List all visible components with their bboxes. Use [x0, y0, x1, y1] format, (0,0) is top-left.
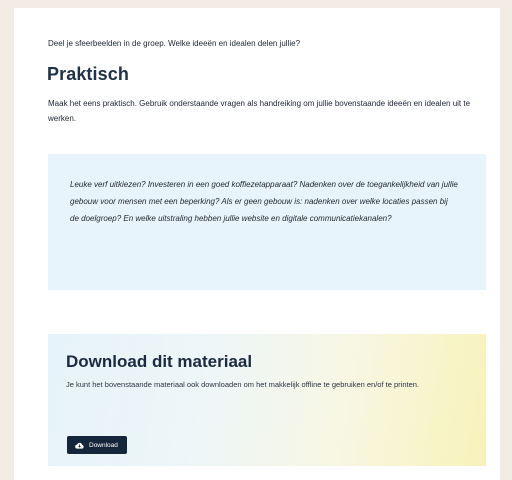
section-paragraph: Maak het eens praktisch. Gebruik onderst…	[48, 99, 471, 123]
content-page: Deel je sfeerbeelden in de groep. Welke …	[14, 8, 500, 480]
download-description: Je kunt het bovenstaande materiaal ook d…	[66, 380, 420, 389]
quote-text: Leuke verf uitkiezen? Investeren in een …	[70, 180, 458, 223]
quote-box: Leuke verf uitkiezen? Investeren in een …	[48, 154, 486, 290]
download-card: Download dit materiaal Je kunt het boven…	[48, 334, 486, 466]
cloud-download-icon	[75, 442, 84, 449]
intro-text: Deel je sfeerbeelden in de groep. Welke …	[48, 39, 301, 48]
download-button[interactable]: Download	[67, 436, 127, 454]
download-title: Download dit materiaal	[66, 352, 253, 371]
section-title: Praktisch	[47, 64, 129, 84]
download-button-label: Download	[89, 441, 118, 449]
